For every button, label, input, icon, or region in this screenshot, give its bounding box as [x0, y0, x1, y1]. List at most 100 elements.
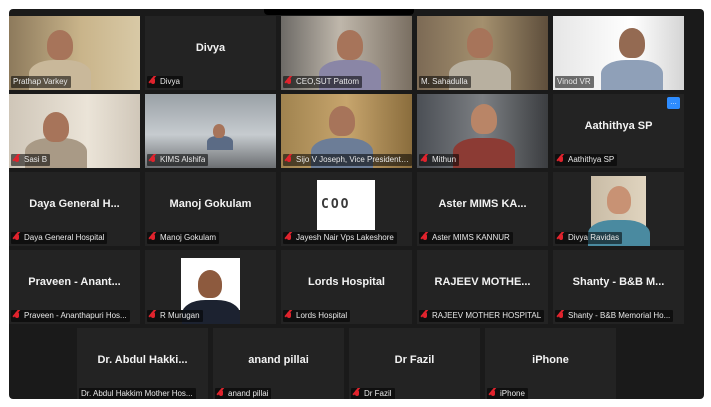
participant-display-name: RAJEEV MOTHE...	[434, 276, 531, 288]
participant-tile[interactable]: Lords Hospital Lords Hospital	[281, 250, 412, 324]
participant-display-name: iPhone	[532, 354, 569, 366]
muted-mic-icon	[421, 233, 429, 243]
participant-name-label: Lords Hospital	[283, 310, 351, 322]
participant-name-text: Sijo V Joseph, Vice President, ...	[296, 155, 409, 164]
participant-tile[interactable]: Dr. Abdul Hakki... Dr. Abdul Hakkim Mothe…	[77, 328, 208, 399]
participant-head	[329, 106, 355, 136]
participant-tile[interactable]: Daya General H... Daya General Hospital	[9, 172, 140, 246]
participant-name-label: Jayesh Nair Vps Lakeshore	[283, 232, 397, 244]
muted-mic-icon	[285, 77, 293, 87]
participant-tile[interactable]: Prathap Varkey	[9, 16, 140, 90]
muted-mic-icon	[13, 311, 21, 321]
participant-name-text: RAJEEV MOTHER HOSPITAL	[432, 311, 542, 320]
participant-body	[207, 136, 233, 150]
muted-mic-icon	[285, 311, 293, 321]
participant-display-name: Aathithya SP	[584, 120, 653, 132]
participant-tile[interactable]: Sijo V Joseph, Vice President, ...	[281, 94, 412, 168]
participant-head	[213, 124, 225, 138]
participant-tile[interactable]: Praveen - Anant... Praveen - Ananthapuri …	[9, 250, 140, 324]
participant-tile[interactable]: Divya Ravidas	[553, 172, 684, 246]
participant-display-name: Dr Fazil	[394, 354, 435, 366]
participant-body	[453, 138, 515, 168]
muted-mic-icon	[13, 155, 21, 165]
participant-display-name: Manoj Gokulam	[169, 198, 252, 210]
participant-name-label: Mithun	[419, 154, 460, 166]
participant-display-name: Divya	[195, 42, 226, 54]
participant-name-text: M. Sahadulla	[421, 77, 468, 86]
participant-head	[471, 104, 497, 134]
participant-tile[interactable]: R Murugan	[145, 250, 276, 324]
participant-name-text: Lords Hospital	[296, 311, 348, 320]
participant-tile[interactable]: CEO,SUT Pattom	[281, 16, 412, 90]
participant-name-label: M. Sahadulla	[419, 76, 471, 88]
participant-tile[interactable]: M. Sahadulla	[417, 16, 548, 90]
participant-name-text: Vinod VR	[557, 77, 591, 86]
camera-notch	[264, 9, 414, 15]
participant-head	[47, 30, 73, 60]
participant-name-text: Dr. Abdul Hakkim Mother Hos...	[81, 389, 193, 398]
participant-tile[interactable]: anand pillai anand pillai	[213, 328, 344, 399]
participant-name-text: CEO,SUT Pattom	[296, 77, 359, 86]
participant-name-text: Mithun	[432, 155, 457, 164]
participant-display-name: Dr. Abdul Hakki...	[97, 354, 188, 366]
participant-name-label: Dr Fazil	[351, 388, 395, 399]
participant-name-text: Shanty - B&B Memorial Ho...	[568, 311, 671, 320]
muted-mic-icon	[421, 311, 429, 321]
participant-name-text: Dr Fazil	[364, 389, 392, 398]
participant-tile[interactable]: COO Jayesh Nair Vps Lakeshore	[281, 172, 412, 246]
participant-name-label: Divya Ravidas	[555, 232, 623, 244]
muted-mic-icon	[149, 155, 157, 165]
participant-name-text: KIMS Alshifa	[160, 155, 206, 164]
muted-mic-icon	[353, 389, 361, 399]
participant-name-text: R Murugan	[160, 311, 200, 320]
muted-mic-icon	[13, 233, 21, 243]
participant-tile[interactable]: Dr Fazil Dr Fazil	[349, 328, 480, 399]
participant-display-name: Daya General H...	[29, 198, 120, 210]
participant-name-label: iPhone	[487, 388, 528, 399]
participant-name-label: Vinod VR	[555, 76, 594, 88]
participant-head	[337, 30, 363, 60]
participant-tile[interactable]: RAJEEV MOTHE... RAJEEV MOTHER HOSPITAL	[417, 250, 548, 324]
video-feed	[588, 176, 650, 246]
participant-name-text: Divya Ravidas	[568, 233, 620, 242]
participant-name-label: RAJEEV MOTHER HOSPITAL	[419, 310, 545, 322]
participant-tile[interactable]: Vinod VR	[553, 16, 684, 90]
participant-name-label: Praveen - Ananthapuri Hos...	[11, 310, 130, 322]
participant-tile[interactable]: iPhone iPhone	[485, 328, 616, 399]
muted-mic-icon	[489, 389, 497, 399]
muted-mic-icon	[149, 77, 157, 87]
muted-mic-icon	[557, 311, 565, 321]
participant-tile[interactable]: Mithun	[417, 94, 548, 168]
participant-name-text: Daya General Hospital	[24, 233, 105, 242]
participant-tile[interactable]: Aathithya SP … Aathithya SP	[553, 94, 684, 168]
coo-virtual-background: COO	[317, 180, 375, 230]
participant-name-text: Divya	[160, 77, 181, 86]
participant-display-name: Aster MIMS KA...	[438, 198, 527, 210]
participant-tile[interactable]: Aster MIMS KA... Aster MIMS KANNUR	[417, 172, 548, 246]
participant-name-text: Aathithya SP	[568, 155, 615, 164]
participant-tile[interactable]: Manoj Gokulam Manoj Gokulam	[145, 172, 276, 246]
participant-name-label: Divya	[147, 76, 184, 88]
participant-tile[interactable]: Divya Divya	[145, 16, 276, 90]
coo-blocks-text: COO	[321, 197, 351, 212]
more-options-icon[interactable]: …	[667, 97, 680, 109]
participant-name-label: Manoj Gokulam	[147, 232, 220, 244]
participant-tile[interactable]: KIMS Alshifa	[145, 94, 276, 168]
participant-head	[467, 28, 493, 58]
muted-mic-icon	[557, 233, 565, 243]
participant-tile[interactable]: Sasi B	[9, 94, 140, 168]
muted-mic-icon	[285, 233, 293, 243]
participant-display-name: Shanty - B&B M...	[572, 276, 665, 288]
participant-name-text: anand pillai	[228, 389, 269, 398]
participant-tile[interactable]: Shanty - B&B M... Shanty - B&B Memorial H…	[553, 250, 684, 324]
muted-mic-icon	[557, 155, 565, 165]
participant-display-name: anand pillai	[248, 354, 309, 366]
participant-name-text: Manoj Gokulam	[160, 233, 217, 242]
participant-name-text: Prathap Varkey	[13, 77, 68, 86]
participant-head	[198, 270, 222, 298]
participant-name-label: CEO,SUT Pattom	[283, 76, 362, 88]
participant-name-text: iPhone	[500, 389, 525, 398]
participant-name-label: Shanty - B&B Memorial Ho...	[555, 310, 674, 322]
participant-display-name: Lords Hospital	[307, 276, 385, 288]
participant-name-label: Aster MIMS KANNUR	[419, 232, 513, 244]
